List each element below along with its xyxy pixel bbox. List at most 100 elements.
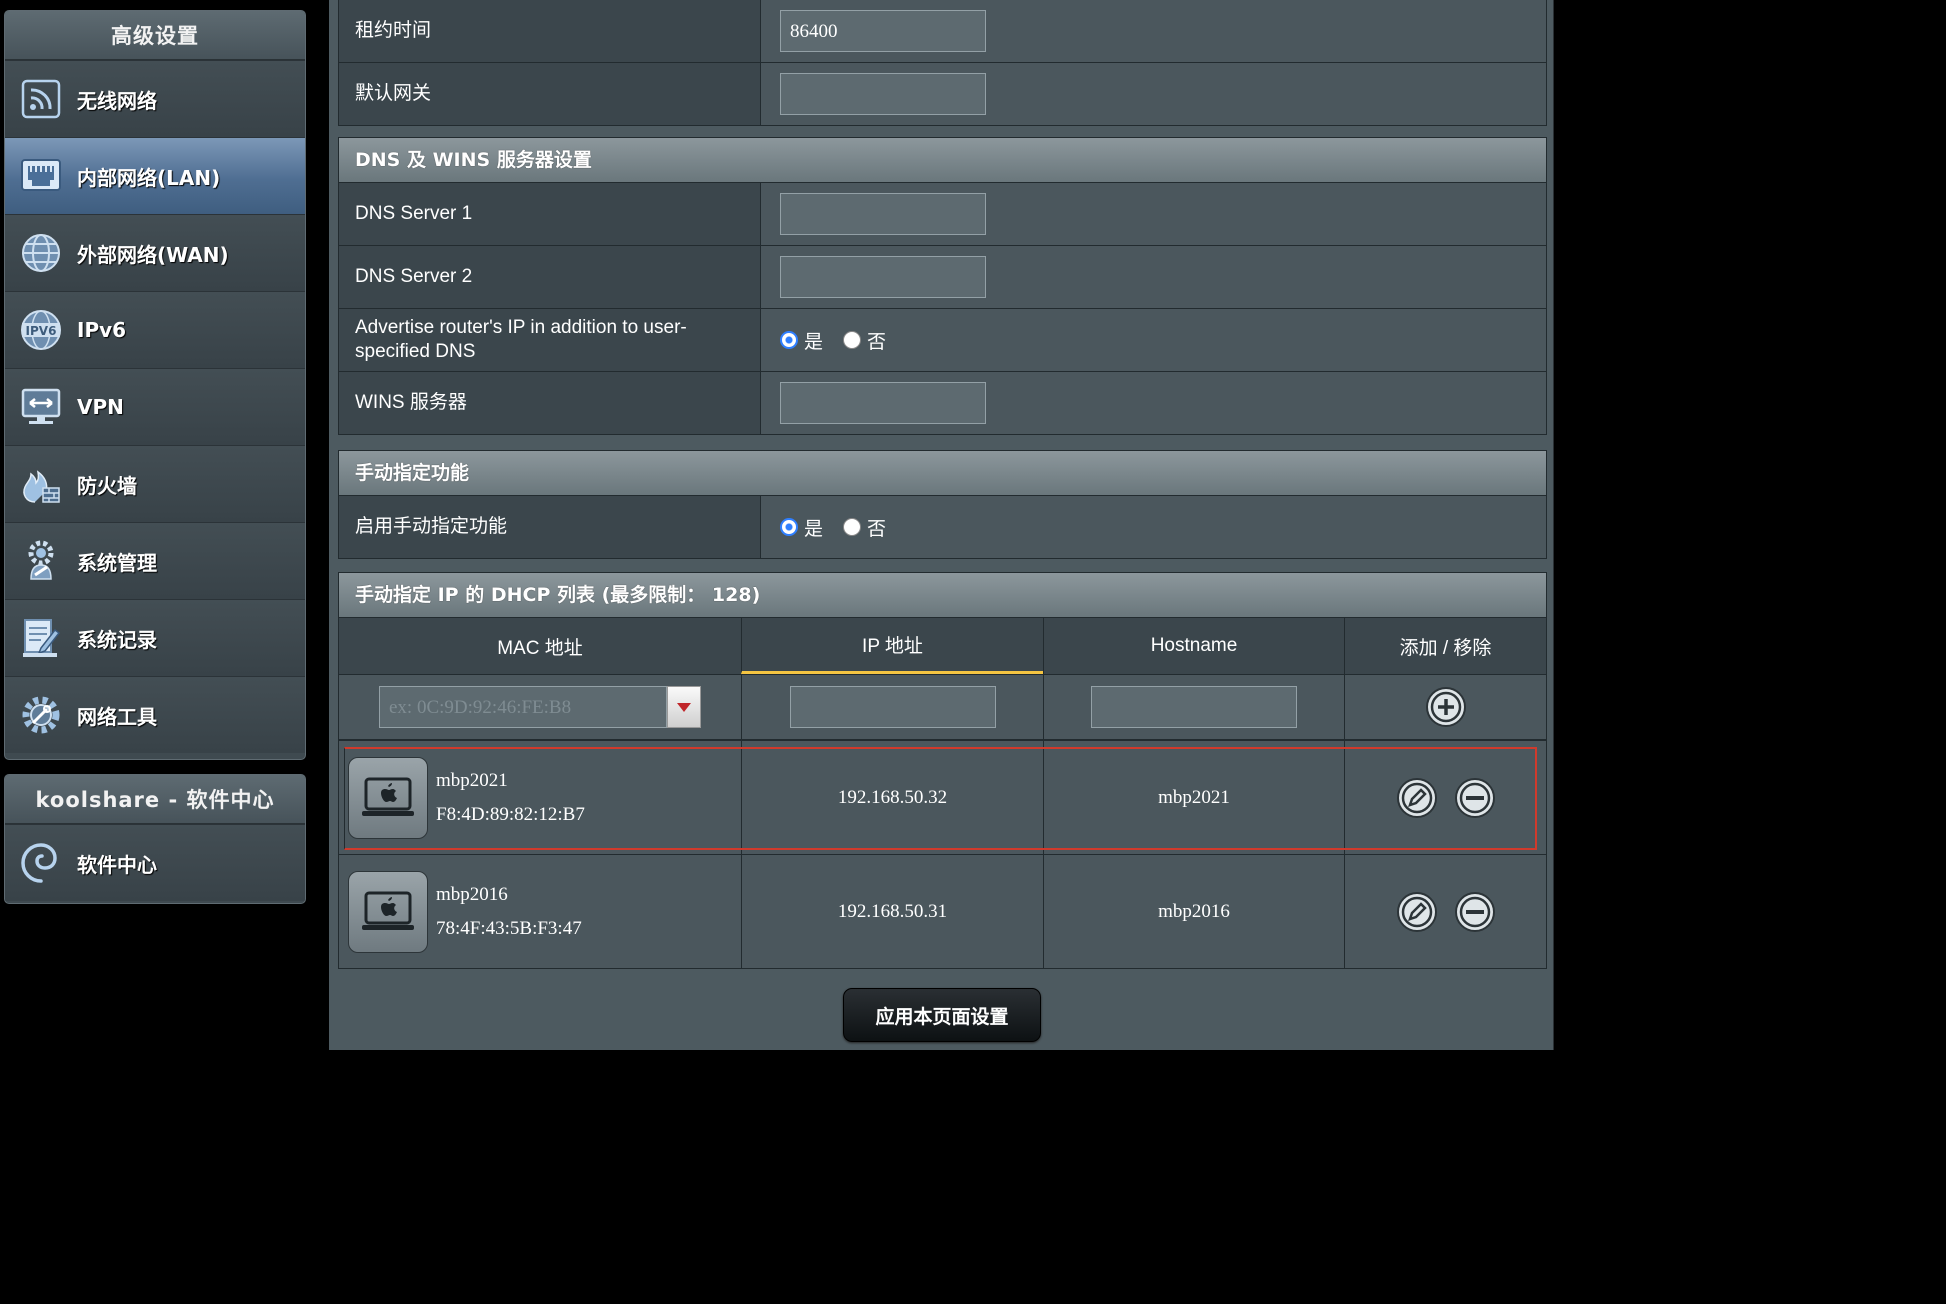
table-row: mbp2016 78:4F:43:5B:F3:47 192.168.50.31 … (339, 855, 1546, 968)
advertise-no-radio[interactable] (843, 331, 862, 349)
firewall-icon (19, 462, 63, 506)
remove-icon[interactable] (1454, 891, 1496, 933)
enable-manual-yes-radio[interactable] (780, 518, 798, 536)
sidebar-item-firewall[interactable]: 防火墙 (5, 445, 305, 522)
default-gateway-label: 默认网关 (339, 63, 760, 125)
sidebar-item-label: 无线网络 (77, 88, 157, 113)
sidebar-item-label: 内部网络(LAN) (77, 165, 221, 190)
sidebar-item-wan[interactable]: 外部网络(WAN) (5, 214, 305, 291)
sidebar-item-label: 防火墙 (77, 473, 137, 498)
sidebar-item-label: 系统记录 (77, 627, 157, 652)
advertise-radio-group: 是 否 (780, 327, 900, 354)
laptop-icon (348, 870, 428, 953)
enable-manual-no-radio[interactable] (843, 518, 862, 536)
lease-time-input[interactable]: 86400 (780, 9, 986, 52)
enable-manual-row: 启用手动指定功能 是 否 (339, 496, 1546, 558)
advanced-settings-menu: 高级设置 无线网络 内部网络(LAN) 外部网络(WAN) IPV6 IPv6 … (4, 10, 306, 760)
sidebar-item-label: 网络工具 (77, 704, 157, 729)
edit-icon[interactable] (1396, 777, 1438, 819)
dropdown-arrow-icon (677, 703, 691, 712)
dns-wins-table: DNS 及 WINS 服务器设置 DNS Server 1 DNS Server… (338, 137, 1547, 435)
lease-time-row: 租约时间 86400 (339, 0, 1546, 63)
column-hostname: Hostname (1043, 618, 1344, 674)
svg-text:IPV6: IPV6 (26, 324, 57, 338)
swirl-icon (19, 841, 63, 885)
software-center-title: koolshare - 软件中心 (5, 775, 305, 824)
remove-icon[interactable] (1454, 777, 1496, 819)
lan-icon (19, 154, 63, 198)
wins-server-input[interactable] (780, 382, 986, 424)
device-hostname: mbp2021 (1043, 741, 1344, 854)
dhcp-static-list-table: 手动指定 IP 的 DHCP 列表 (最多限制： 128) MAC 地址 IP … (338, 572, 1547, 969)
software-center-menu: koolshare - 软件中心 软件中心 (4, 774, 306, 904)
default-gateway-input[interactable] (780, 73, 986, 115)
advanced-settings-title: 高级设置 (5, 11, 305, 60)
dns-server2-label: DNS Server 2 (339, 246, 760, 308)
advertise-router-ip-label: Advertise router's IP in addition to use… (339, 309, 760, 371)
table-row: mbp2021 F8:4D:89:82:12:B7 192.168.50.32 … (339, 741, 1546, 855)
add-icon[interactable] (1425, 686, 1467, 728)
device-ip: 192.168.50.32 (741, 741, 1043, 854)
sidebar-item-software-center[interactable]: 软件中心 (5, 824, 305, 901)
sidebar-item-label: IPv6 (77, 318, 127, 342)
device-mac: F8:4D:89:82:12:B7 (436, 803, 585, 825)
mac-combo: ex: 0C:9D:92:46:FE:B8 (379, 686, 701, 728)
ip-address-input[interactable] (789, 686, 996, 728)
lan-dhcp-settings-panel: 租约时间 86400 默认网关 DNS 及 WINS 服务器设置 DNS Ser… (329, 0, 1554, 1050)
enable-manual-radio-group: 是 否 (780, 514, 900, 541)
advertise-no-label: 否 (867, 331, 887, 353)
column-add-remove: 添加 / 移除 (1344, 618, 1546, 674)
apply-settings-button[interactable]: 应用本页面设置 (843, 988, 1041, 1042)
ipv6-icon: IPV6 (19, 308, 63, 352)
enable-manual-no-label: 否 (867, 518, 887, 540)
lease-time-label: 租约时间 (339, 0, 760, 62)
manual-assignment-table: 手动指定功能 启用手动指定功能 是 否 (338, 450, 1547, 559)
wins-server-label: WINS 服务器 (339, 372, 760, 434)
sidebar-item-wireless[interactable]: 无线网络 (5, 60, 305, 137)
edit-icon[interactable] (1396, 891, 1438, 933)
column-ip[interactable]: IP 地址 (741, 618, 1043, 674)
sidebar-item-vpn[interactable]: VPN (5, 368, 305, 445)
mac-address-input[interactable]: ex: 0C:9D:92:46:FE:B8 (379, 686, 667, 728)
column-mac: MAC 地址 (497, 637, 583, 659)
default-gateway-row: 默认网关 (339, 63, 1546, 125)
sidebar-item-lan[interactable]: 内部网络(LAN) (5, 137, 305, 214)
globe-icon (19, 231, 63, 275)
dns-server1-input[interactable] (780, 193, 986, 235)
vpn-icon (19, 385, 63, 429)
dns-server2-row: DNS Server 2 (339, 246, 1546, 309)
mac-dropdown-button[interactable] (667, 686, 701, 728)
device-hostname: mbp2016 (1043, 855, 1344, 968)
advertise-yes-radio[interactable] (780, 331, 798, 349)
dns-server1-label: DNS Server 1 (339, 183, 760, 245)
hostname-input[interactable] (1091, 686, 1297, 728)
dhcp-list-header: MAC 地址 IP 地址 Hostname 添加 / 移除 (339, 618, 1546, 675)
sidebar-item-system-admin[interactable]: 系统管理 (5, 522, 305, 599)
sidebar-item-label: VPN (77, 395, 124, 419)
advertise-yes-label: 是 (804, 331, 824, 353)
sidebar-item-label: 外部网络(WAN) (77, 242, 229, 267)
sidebar-item-system-log[interactable]: 系统记录 (5, 599, 305, 676)
sidebar-item-label: 软件中心 (77, 852, 157, 877)
device-name: mbp2016 (436, 883, 508, 905)
dhcp-list-section-title: 手动指定 IP 的 DHCP 列表 (最多限制： 128) (339, 573, 1546, 618)
enable-manual-label: 启用手动指定功能 (339, 496, 760, 558)
gear-person-icon (19, 539, 63, 583)
sidebar-item-ipv6[interactable]: IPV6 IPv6 (5, 291, 305, 368)
log-icon (19, 616, 63, 660)
dns-wins-section-title: DNS 及 WINS 服务器设置 (339, 138, 1546, 183)
enable-manual-yes-label: 是 (804, 518, 824, 540)
device-ip: 192.168.50.31 (741, 855, 1043, 968)
tools-icon (19, 693, 63, 737)
sidebar-item-label: 系统管理 (77, 550, 157, 575)
laptop-icon (348, 756, 428, 839)
wireless-icon (19, 77, 63, 121)
wins-server-row: WINS 服务器 (339, 372, 1546, 434)
advertise-router-ip-row: Advertise router's IP in addition to use… (339, 309, 1546, 372)
dhcp-basic-table: 租约时间 86400 默认网关 (338, 0, 1547, 126)
dns-server2-input[interactable] (780, 256, 986, 298)
sidebar-item-network-tools[interactable]: 网络工具 (5, 676, 305, 753)
manual-assignment-section-title: 手动指定功能 (339, 451, 1546, 496)
device-name: mbp2021 (436, 769, 508, 791)
dns-server1-row: DNS Server 1 (339, 183, 1546, 246)
